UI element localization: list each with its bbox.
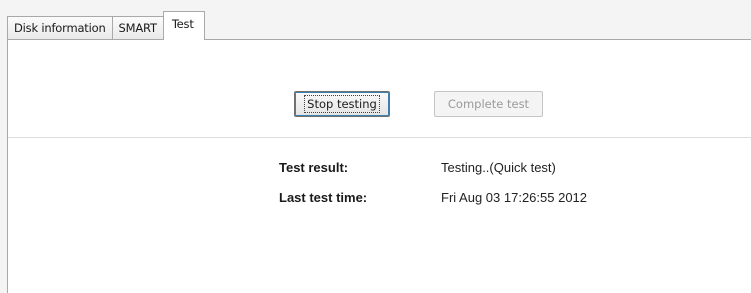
divider [8,137,751,138]
last-test-time-value: Fri Aug 03 17:26:55 2012 [441,190,588,205]
tab-bar: Disk information SMART Test [7,11,205,40]
test-panel: Stop testing Complete test Test result: … [7,39,751,293]
tab-test[interactable]: Test [162,11,205,40]
stop-testing-label: Stop testing [304,95,380,113]
test-window: Disk information SMART Test Stop testing… [0,0,751,293]
tab-smart[interactable]: SMART [111,16,164,40]
complete-test-button[interactable]: Complete test [434,91,543,117]
last-test-time-label: Last test time: [279,190,368,205]
tab-disk-information[interactable]: Disk information [7,16,113,40]
test-result-value: Testing..(Quick test) [441,160,556,175]
test-result-label: Test result: [279,160,349,175]
stop-testing-button[interactable]: Stop testing [294,91,390,117]
